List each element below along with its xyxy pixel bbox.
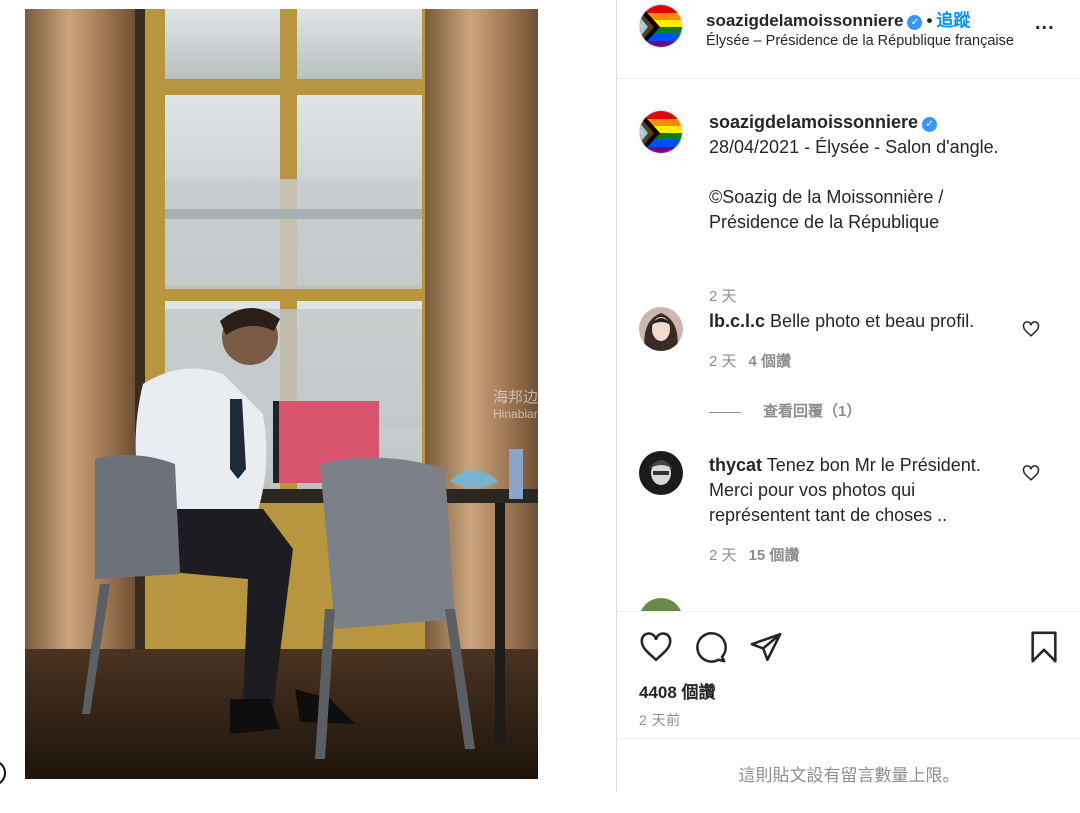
comment-bubble-icon[interactable] xyxy=(693,630,727,664)
caption-text: soazigdelamoissonniere ✓ 28/04/2021 - Ély… xyxy=(709,110,1069,235)
watermark-en: Hinabian xyxy=(493,407,538,421)
comment-meta: 2 天 4 個讚 xyxy=(709,350,791,371)
commenter-avatar[interactable] xyxy=(639,451,683,495)
caption-avatar[interactable] xyxy=(639,110,683,154)
pride-flag-icon xyxy=(640,111,682,153)
like-heart-icon[interactable] xyxy=(639,630,673,664)
view-replies-button[interactable]: 查看回覆（1） xyxy=(709,400,861,421)
author-avatar[interactable] xyxy=(639,4,683,48)
pride-flag-icon xyxy=(640,5,682,47)
post-image-pane: 海邦边 Hinabian xyxy=(0,0,616,792)
comment-text: lb.c.l.c Belle photo et beau profil. xyxy=(709,309,1009,334)
comment-meta: 2 天 15 個讚 xyxy=(709,544,799,565)
separator-dot: • xyxy=(926,11,933,30)
comments-list[interactable]: soazigdelamoissonniere ✓ 28/04/2021 - Ély… xyxy=(617,78,1080,611)
watermark-cn: 海邦边 xyxy=(493,389,538,406)
follow-button[interactable]: 追蹤 xyxy=(936,11,970,30)
comment-like-heart-icon[interactable] xyxy=(1022,464,1040,482)
caption-time[interactable]: 2 天 xyxy=(709,285,737,306)
comment-content: Belle photo et beau profil. xyxy=(770,311,975,331)
header-username-line: soazigdelamoissonniere ✓ • 追蹤 xyxy=(706,6,970,31)
more-options-icon[interactable]: ... xyxy=(1035,12,1055,35)
post-header: soazigdelamoissonniere ✓ • 追蹤 Élysée – Prés… xyxy=(617,0,1080,79)
comment-time[interactable]: 2 天 xyxy=(709,547,737,564)
comment-likes[interactable]: 15 個讚 xyxy=(749,547,800,564)
verified-badge-icon: ✓ xyxy=(907,15,923,30)
post-actions: 4408 個讚 2 天前 這則貼文設有留言數量上限。 xyxy=(617,611,1080,793)
carousel-edge-icon[interactable] xyxy=(0,760,6,786)
likes-count[interactable]: 4408 個讚 xyxy=(639,678,716,703)
watermark: 海邦边 Hinabian xyxy=(493,389,538,423)
caption-line-2: ©Soazig de la Moissonnière / xyxy=(709,187,944,207)
avatar-image xyxy=(639,307,683,351)
post-panel: soazigdelamoissonniere ✓ • 追蹤 Élysée – Prés… xyxy=(616,0,1080,792)
avatar-image xyxy=(639,451,683,495)
verified-badge-icon: ✓ xyxy=(922,117,938,132)
comment-like-heart-icon[interactable] xyxy=(1022,320,1040,338)
post-time[interactable]: 2 天前 xyxy=(639,710,681,730)
comment-limit-notice: 這則貼文設有留言數量上限。 xyxy=(617,738,1080,794)
comment-username[interactable]: thycat xyxy=(709,455,762,475)
post-location[interactable]: Élysée – Présidence de la République fra… xyxy=(706,33,1014,49)
share-paper-plane-icon[interactable] xyxy=(749,630,783,664)
caption-line-1: 28/04/2021 - Élysée - Salon d'angle. xyxy=(709,137,999,157)
author-username[interactable]: soazigdelamoissonniere xyxy=(706,11,903,30)
post-photo-illustration xyxy=(25,9,538,779)
post-photo[interactable]: 海邦边 Hinabian xyxy=(25,9,538,779)
commenter-avatar[interactable] xyxy=(639,307,683,351)
comment-username[interactable]: lb.c.l.c xyxy=(709,311,765,331)
save-bookmark-icon[interactable] xyxy=(1027,630,1061,664)
comment-time[interactable]: 2 天 xyxy=(709,353,737,370)
comment-likes[interactable]: 4 個讚 xyxy=(749,353,792,370)
caption-username[interactable]: soazigdelamoissonniere xyxy=(709,112,918,132)
commenter-avatar[interactable] xyxy=(639,598,683,611)
comment-text: thycat Tenez bon Mr le Président. Merci … xyxy=(709,453,1009,528)
caption-line-3: Présidence de la République xyxy=(709,212,940,232)
